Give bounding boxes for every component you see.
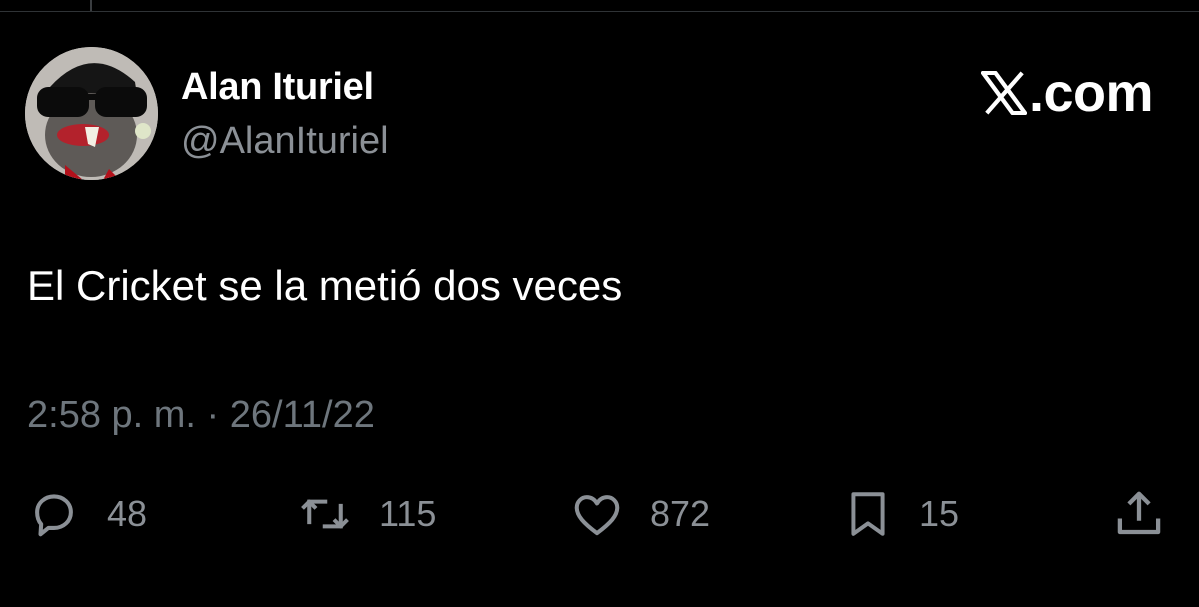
author-handle[interactable]: @AlanIturiel [181, 120, 389, 163]
tweet-date: 26/11/22 [229, 394, 375, 436]
tweet-timestamp[interactable]: 2:58 p. m. · 26/11/22 [27, 394, 375, 437]
author-name[interactable]: Alan Ituriel [181, 66, 374, 109]
retweet-icon [301, 499, 349, 529]
x-logo-icon [980, 71, 1027, 115]
tweet-time: 2:58 p. m. [27, 394, 196, 436]
like-button[interactable]: 872 [570, 484, 710, 544]
reply-icon [35, 494, 73, 537]
avatar[interactable] [25, 47, 158, 180]
reply-count: 48 [107, 493, 148, 534]
tweet-text: El Cricket se la metió dos veces [27, 262, 623, 309]
brand-domain: .com [1028, 63, 1154, 123]
retweet-button[interactable]: 115 [297, 484, 436, 544]
meta-separator: · [206, 394, 220, 436]
brand-label: .com [980, 62, 1154, 124]
like-count: 872 [650, 493, 711, 534]
top-divider [0, 0, 1199, 12]
heart-icon [574, 495, 620, 536]
thread-line [90, 0, 92, 11]
bookmark-button[interactable]: 15 [843, 484, 959, 544]
bookmark-count: 15 [919, 493, 960, 534]
reply-button[interactable]: 48 [27, 484, 147, 544]
bookmark-icon [851, 492, 885, 536]
retweet-count: 115 [379, 493, 437, 534]
avatar-image [25, 47, 158, 180]
share-icon [1117, 491, 1161, 535]
share-button[interactable] [1112, 484, 1166, 544]
